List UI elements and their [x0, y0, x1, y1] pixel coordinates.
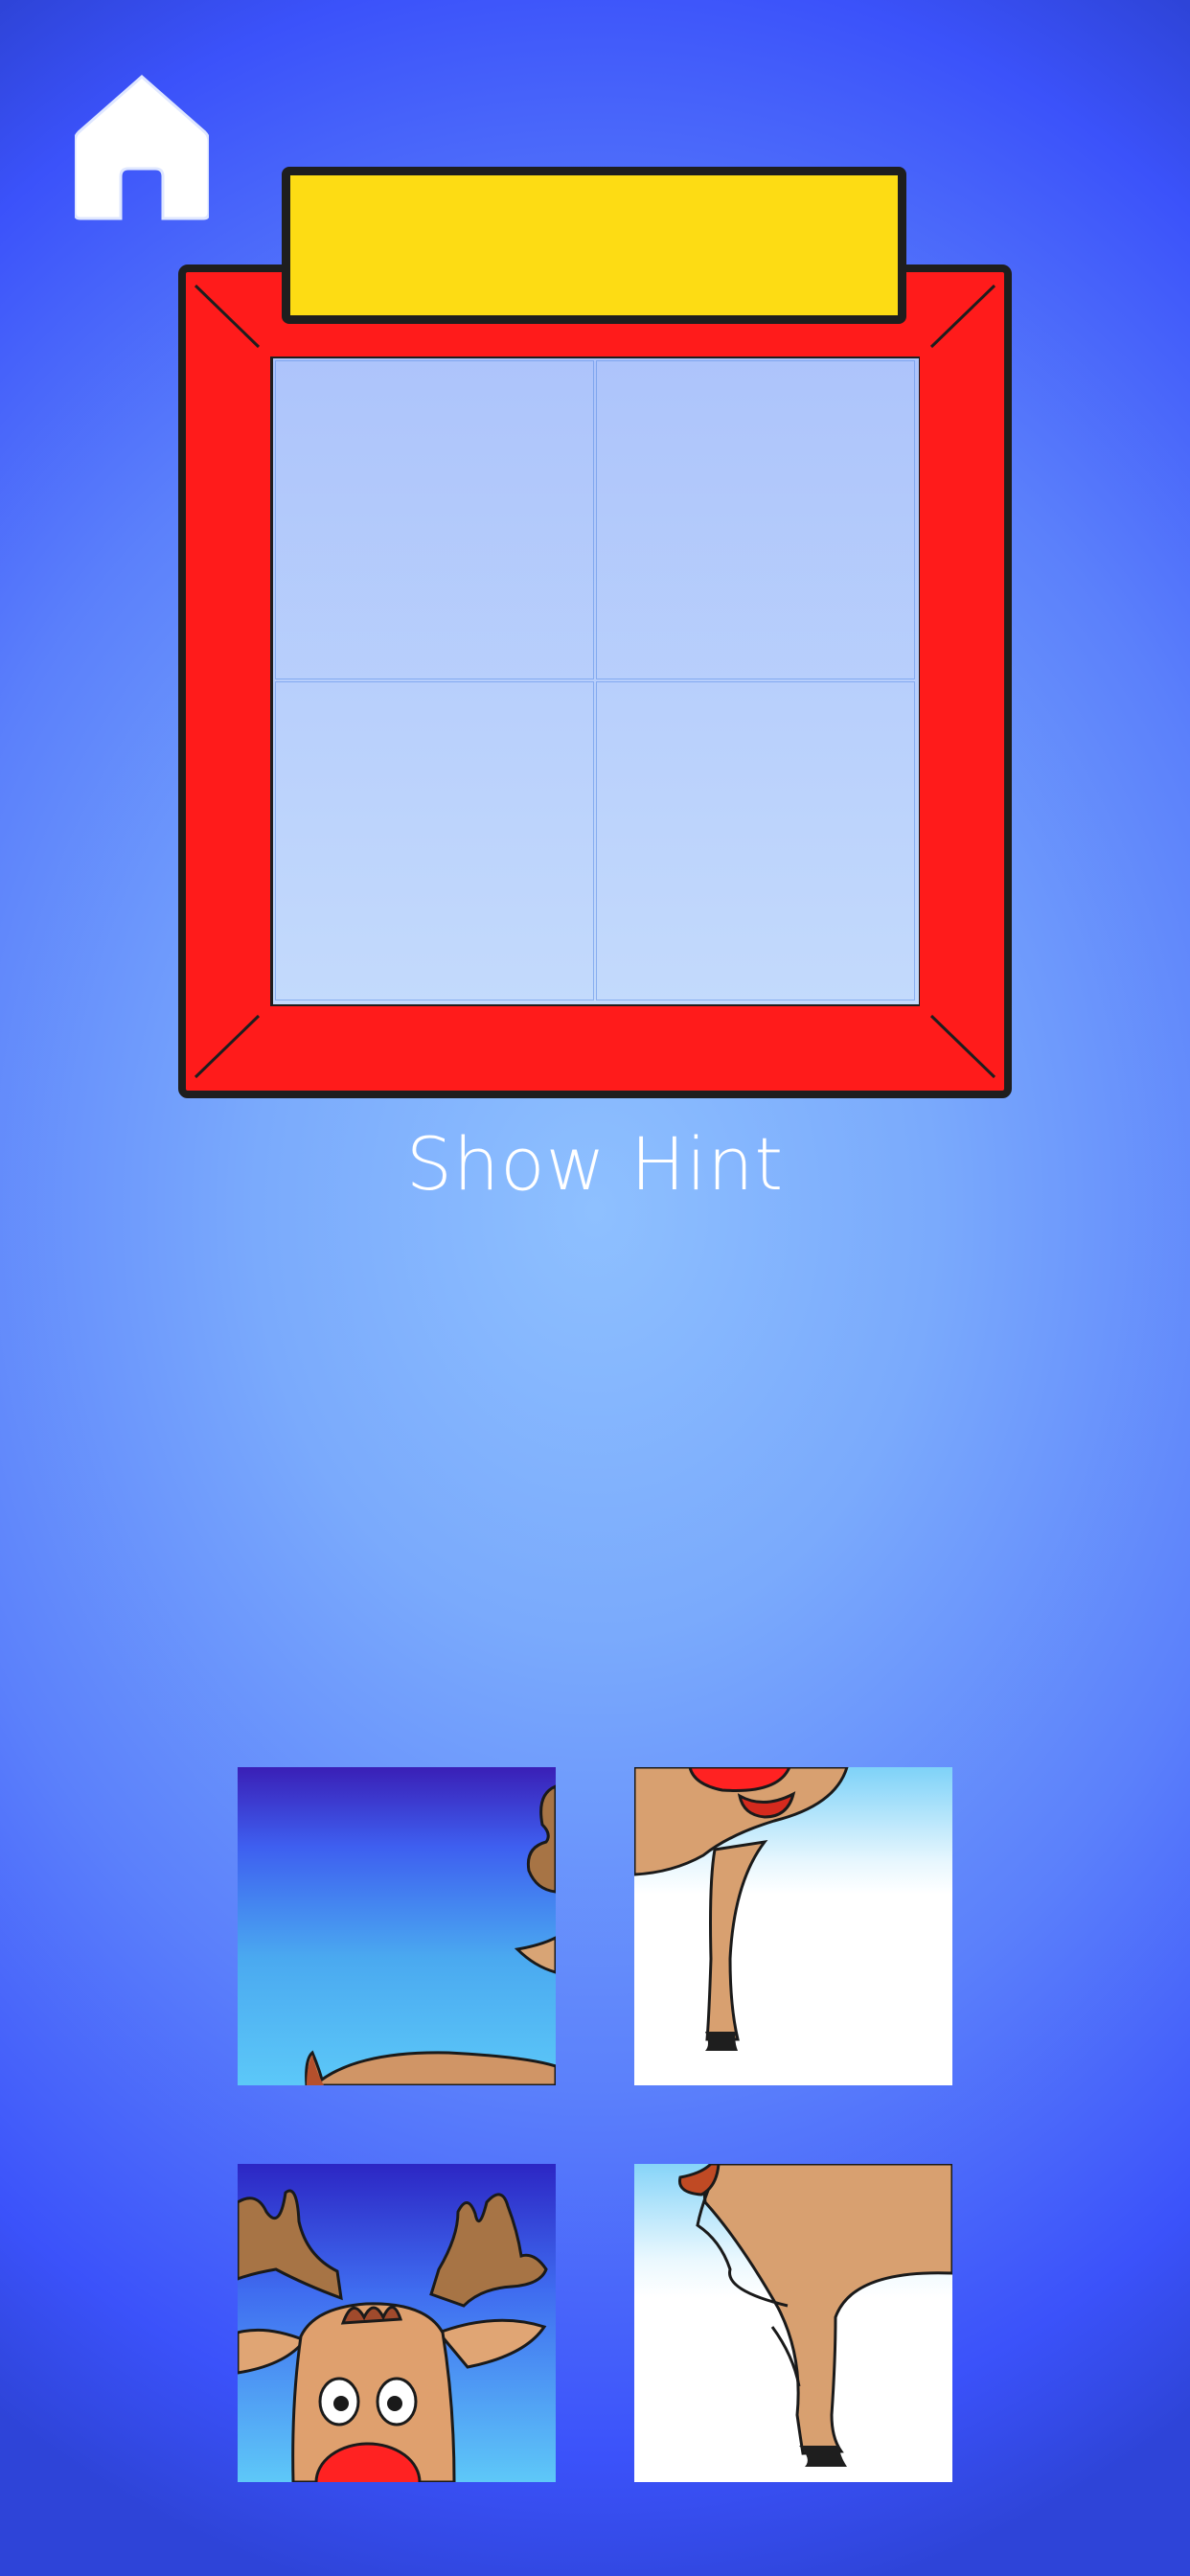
puzzle-piece-1[interactable] [238, 1767, 556, 2085]
board-slot[interactable] [596, 681, 915, 1000]
board-slot[interactable] [275, 681, 594, 1000]
show-hint-button[interactable]: Show Hint [0, 1121, 1190, 1207]
board-slot[interactable] [275, 360, 594, 679]
puzzle-piece-3[interactable] [238, 2164, 556, 2482]
board-slot[interactable] [596, 360, 915, 679]
title-plate [282, 167, 906, 324]
home-icon [73, 75, 211, 220]
puzzle-piece-4[interactable] [634, 2164, 952, 2482]
puzzle-piece-2[interactable] [634, 1767, 952, 2085]
puzzle-board [273, 358, 919, 1004]
home-button[interactable] [73, 73, 211, 222]
